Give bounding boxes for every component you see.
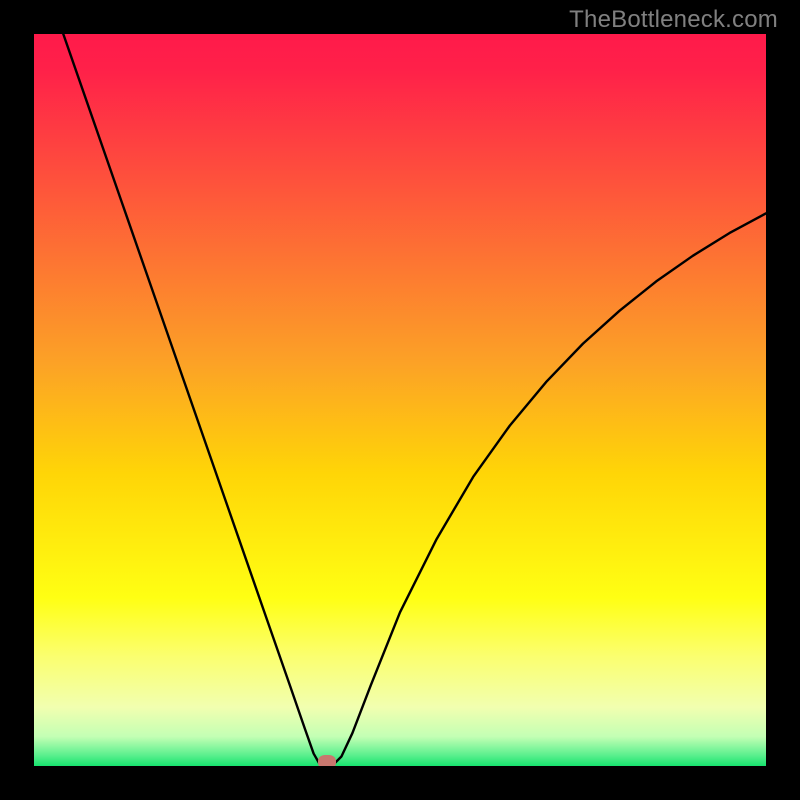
plot-area <box>34 34 766 766</box>
optimal-point-marker <box>318 755 336 766</box>
bottleneck-curve <box>34 34 766 766</box>
chart-frame: TheBottleneck.com <box>0 0 800 800</box>
watermark-text: TheBottleneck.com <box>569 6 778 34</box>
